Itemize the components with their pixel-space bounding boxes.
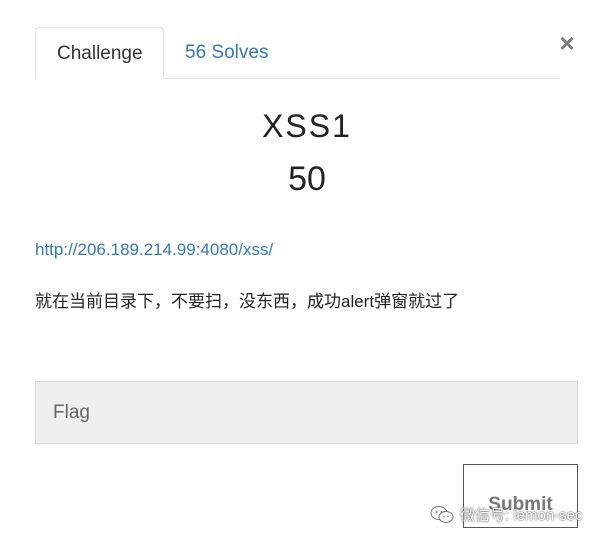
watermark-text: 微信号: lemon-sec [460,507,583,524]
watermark: 微信号: lemon-sec [430,504,583,525]
challenge-link[interactable]: http://206.189.214.99:4080/xss/ [35,240,273,260]
challenge-description: 就在当前目录下，不要扫，没东西，成功alert弹窗就过了 [35,292,460,311]
flag-input[interactable] [35,381,578,444]
challenge-modal: Challenge 56 Solves × XSS1 50 http://206… [0,0,595,540]
close-icon[interactable]: × [556,30,578,56]
tab-challenge[interactable]: Challenge [35,27,164,79]
tab-bar: Challenge 56 Solves [35,27,560,79]
tab-solves[interactable]: 56 Solves [164,27,289,78]
challenge-name: XSS1 [262,108,352,144]
wechat-icon [430,505,454,525]
challenge-points: 50 [288,160,326,198]
